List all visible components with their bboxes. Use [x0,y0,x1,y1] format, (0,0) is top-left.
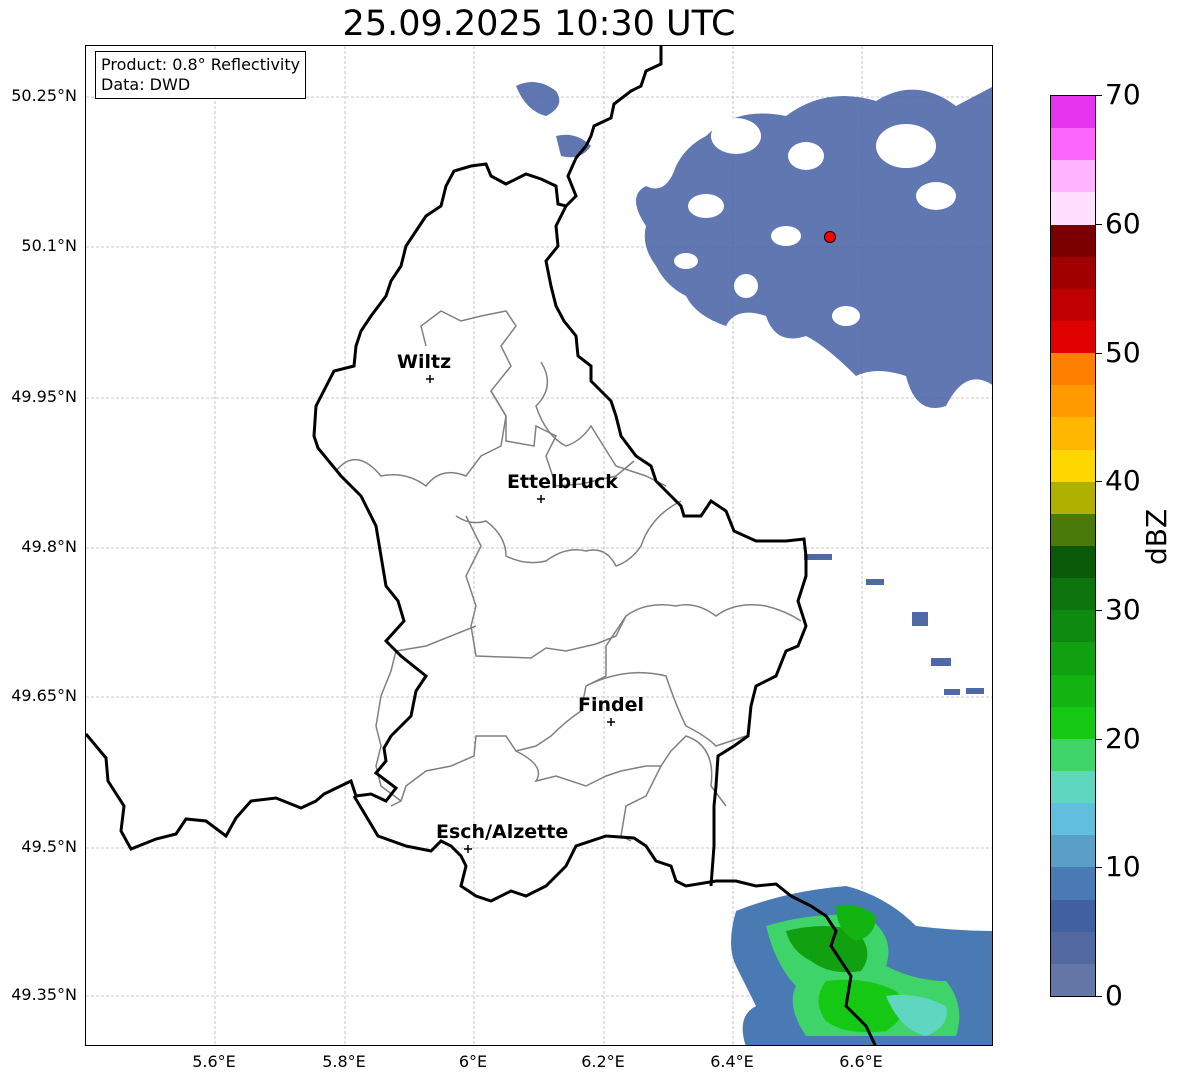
colorbar-segment [1051,963,1095,996]
colorbar-tick [1096,996,1102,997]
city-markers [426,375,615,853]
lat-label: 49.5°N [21,837,77,856]
colorbar-segment [1051,835,1095,868]
map-canvas [86,46,992,1045]
colorbar-segment [1051,224,1095,257]
canton-borders [335,310,802,842]
colorbar-tick [1096,481,1102,482]
lat-label: 50.25°N [11,86,77,105]
city-label-esch-alzette: Esch/Alzette [436,821,569,843]
lon-label: 6.6°E [839,1052,883,1071]
colorbar-tick [1096,739,1102,740]
colorbar-segment [1051,128,1095,161]
colorbar-label: dBZ [1140,508,1173,565]
colorbar-segment [1051,706,1095,739]
colorbar-segment [1051,931,1095,964]
colorbar-tick [1096,95,1102,96]
colorbar-segment [1051,320,1095,354]
colorbar-segment [1051,610,1095,643]
colorbar-tick-label: 50 [1105,336,1141,369]
colorbar-segment [1051,288,1095,321]
colorbar-segment [1051,160,1095,193]
colorbar-segment [1051,385,1095,418]
colorbar-tick-label: 20 [1105,722,1141,755]
colorbar-segment [1051,545,1095,579]
colorbar-segment [1051,417,1095,450]
product-text: Product: 0.8° Reflectivity [101,55,301,74]
info-box: Product: 0.8° Reflectivity Data: DWD [95,51,307,99]
colorbar-tick [1096,610,1102,611]
city-label-wiltz: Wiltz [397,351,452,373]
colorbar-segment [1051,513,1095,546]
colorbar-tick [1096,867,1102,868]
city-label-ettelbruck: Ettelbruck [507,471,618,493]
lon-label: 6.2°E [581,1052,625,1071]
colorbar-tick-label: 60 [1105,207,1141,240]
colorbar-segment [1051,96,1095,129]
colorbar-segment [1051,867,1095,900]
lon-label: 5.8°E [322,1052,366,1071]
data-source-text: Data: DWD [101,75,191,94]
colorbar-segment [1051,578,1095,611]
colorbar-segment [1051,770,1095,804]
lon-label: 6°E [458,1052,488,1071]
colorbar-tick-label: 40 [1105,464,1141,497]
colorbar-tick-label: 10 [1105,850,1141,883]
radar-site-marker [824,231,836,243]
colorbar-tick-label: 30 [1105,593,1141,626]
lat-label: 49.95°N [11,387,77,406]
map-title: 25.09.2025 10:30 UTC [342,4,736,44]
colorbar-tick-label: 70 [1105,78,1141,111]
colorbar-segment [1051,642,1095,675]
colorbar-tick [1096,353,1102,354]
city-label-findel: Findel [578,694,645,716]
colorbar-segment [1051,803,1095,836]
colorbar-segment [1051,674,1095,707]
colorbar-segment [1051,738,1095,771]
colorbar-segment [1051,899,1095,932]
colorbar [1050,95,1096,997]
colorbar-segment [1051,449,1095,482]
lat-label: 50.1°N [21,236,77,255]
map-panel [85,45,993,1046]
colorbar-segment [1051,256,1095,289]
colorbar-tick [1096,224,1102,225]
lat-label: 49.35°N [11,985,77,1004]
colorbar-tick-label: 0 [1105,979,1123,1012]
lon-label: 5.6°E [192,1052,236,1071]
colorbar-segment [1051,353,1095,386]
colorbar-segment [1051,192,1095,225]
colorbar-segment [1051,481,1095,514]
radar-echo-scattered [804,554,984,695]
lon-label: 6.4°E [710,1052,754,1071]
lat-label: 49.8°N [21,537,77,556]
lat-label: 49.65°N [11,686,77,705]
